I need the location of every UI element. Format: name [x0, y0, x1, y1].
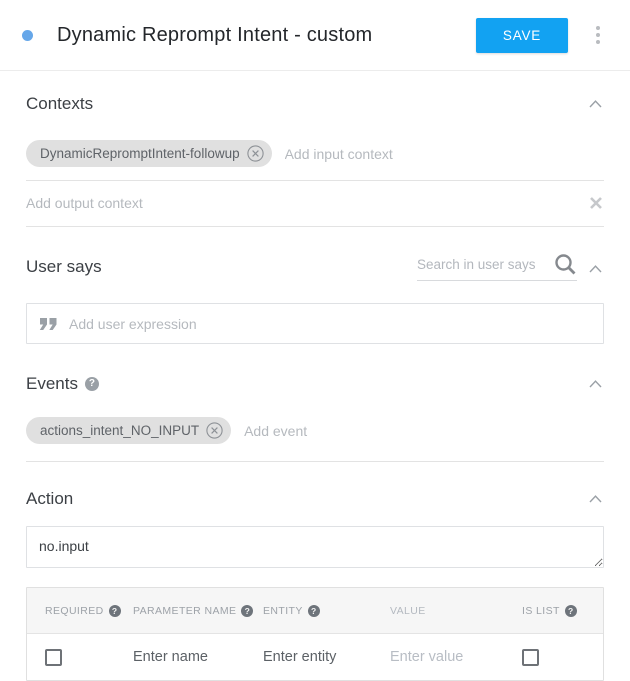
column-required: REQUIRED ?: [45, 605, 133, 617]
intent-title: Dynamic Reprompt Intent - custom: [57, 24, 476, 47]
output-context-row: [26, 181, 604, 227]
action-heading: Action: [26, 489, 73, 509]
user-says-section-header: User says: [26, 253, 604, 281]
input-context-row: DynamicRepromptIntent-followup: [26, 140, 604, 181]
intent-priority-dot[interactable]: [22, 30, 33, 41]
column-entity: ENTITY ?: [263, 605, 390, 617]
add-input-context-input[interactable]: [285, 146, 604, 162]
user-says-search-area: [417, 253, 604, 281]
intent-header: Dynamic Reprompt Intent - custom SAVE: [0, 0, 630, 71]
more-options-icon[interactable]: [592, 22, 604, 48]
action-name-textarea[interactable]: no.input: [26, 526, 604, 568]
entity-help-icon[interactable]: ?: [308, 605, 320, 617]
value-input[interactable]: [390, 649, 502, 665]
is-list-cell: [522, 649, 603, 666]
parameter-name-input[interactable]: [133, 649, 245, 665]
column-value: VALUE: [390, 605, 522, 617]
search-icon[interactable]: [554, 253, 577, 276]
action-section-header: Action: [26, 489, 604, 509]
quote-icon: [39, 317, 58, 331]
user-expression-row: [26, 303, 604, 344]
required-cell: [45, 649, 133, 666]
is-list-help-icon[interactable]: ?: [565, 605, 577, 617]
remove-input-context-icon[interactable]: [247, 145, 264, 162]
column-is-list: IS LIST ?: [522, 605, 603, 617]
add-event-input[interactable]: [244, 423, 604, 439]
parameter-name-help-icon[interactable]: ?: [241, 605, 253, 617]
parameter-row: [27, 633, 603, 680]
required-checkbox[interactable]: [45, 649, 62, 666]
parameters-table-header: REQUIRED ? PARAMETER NAME ? ENTITY ? VAL…: [27, 588, 603, 633]
event-chip-label: actions_intent_NO_INPUT: [40, 423, 199, 438]
parameters-table: REQUIRED ? PARAMETER NAME ? ENTITY ? VAL…: [26, 587, 604, 681]
events-heading: Events: [26, 374, 78, 394]
input-context-chip[interactable]: DynamicRepromptIntent-followup: [26, 140, 272, 167]
is-list-checkbox[interactable]: [522, 649, 539, 666]
remove-event-icon[interactable]: [206, 422, 223, 439]
entity-cell: [263, 648, 390, 666]
contexts-heading: Contexts: [26, 94, 93, 114]
intent-form: Contexts DynamicRepromptIntent-followup …: [0, 94, 630, 681]
events-section-header: Events ?: [26, 374, 604, 394]
event-chip[interactable]: actions_intent_NO_INPUT: [26, 417, 231, 444]
required-help-icon[interactable]: ?: [109, 605, 121, 617]
events-help-icon[interactable]: ?: [85, 377, 99, 391]
column-parameter-name: PARAMETER NAME ?: [133, 605, 263, 617]
add-output-context-input[interactable]: [26, 195, 588, 211]
value-cell: [390, 648, 522, 666]
user-says-collapse-chevron-up-icon[interactable]: [587, 263, 604, 281]
search-user-says-input[interactable]: [417, 257, 554, 272]
save-button[interactable]: SAVE: [476, 18, 568, 53]
search-user-says-field[interactable]: [417, 253, 577, 281]
events-collapse-chevron-up-icon[interactable]: [587, 378, 604, 390]
contexts-section-header: Contexts: [26, 94, 604, 114]
contexts-collapse-chevron-up-icon[interactable]: [587, 98, 604, 110]
user-says-heading: User says: [26, 257, 102, 277]
add-user-expression-input[interactable]: [69, 316, 591, 332]
clear-contexts-icon[interactable]: [588, 195, 604, 211]
input-context-chip-label: DynamicRepromptIntent-followup: [40, 146, 240, 161]
action-collapse-chevron-up-icon[interactable]: [587, 493, 604, 505]
parameter-name-cell: [133, 648, 263, 666]
events-row: actions_intent_NO_INPUT: [26, 417, 604, 462]
entity-input[interactable]: [263, 649, 375, 665]
